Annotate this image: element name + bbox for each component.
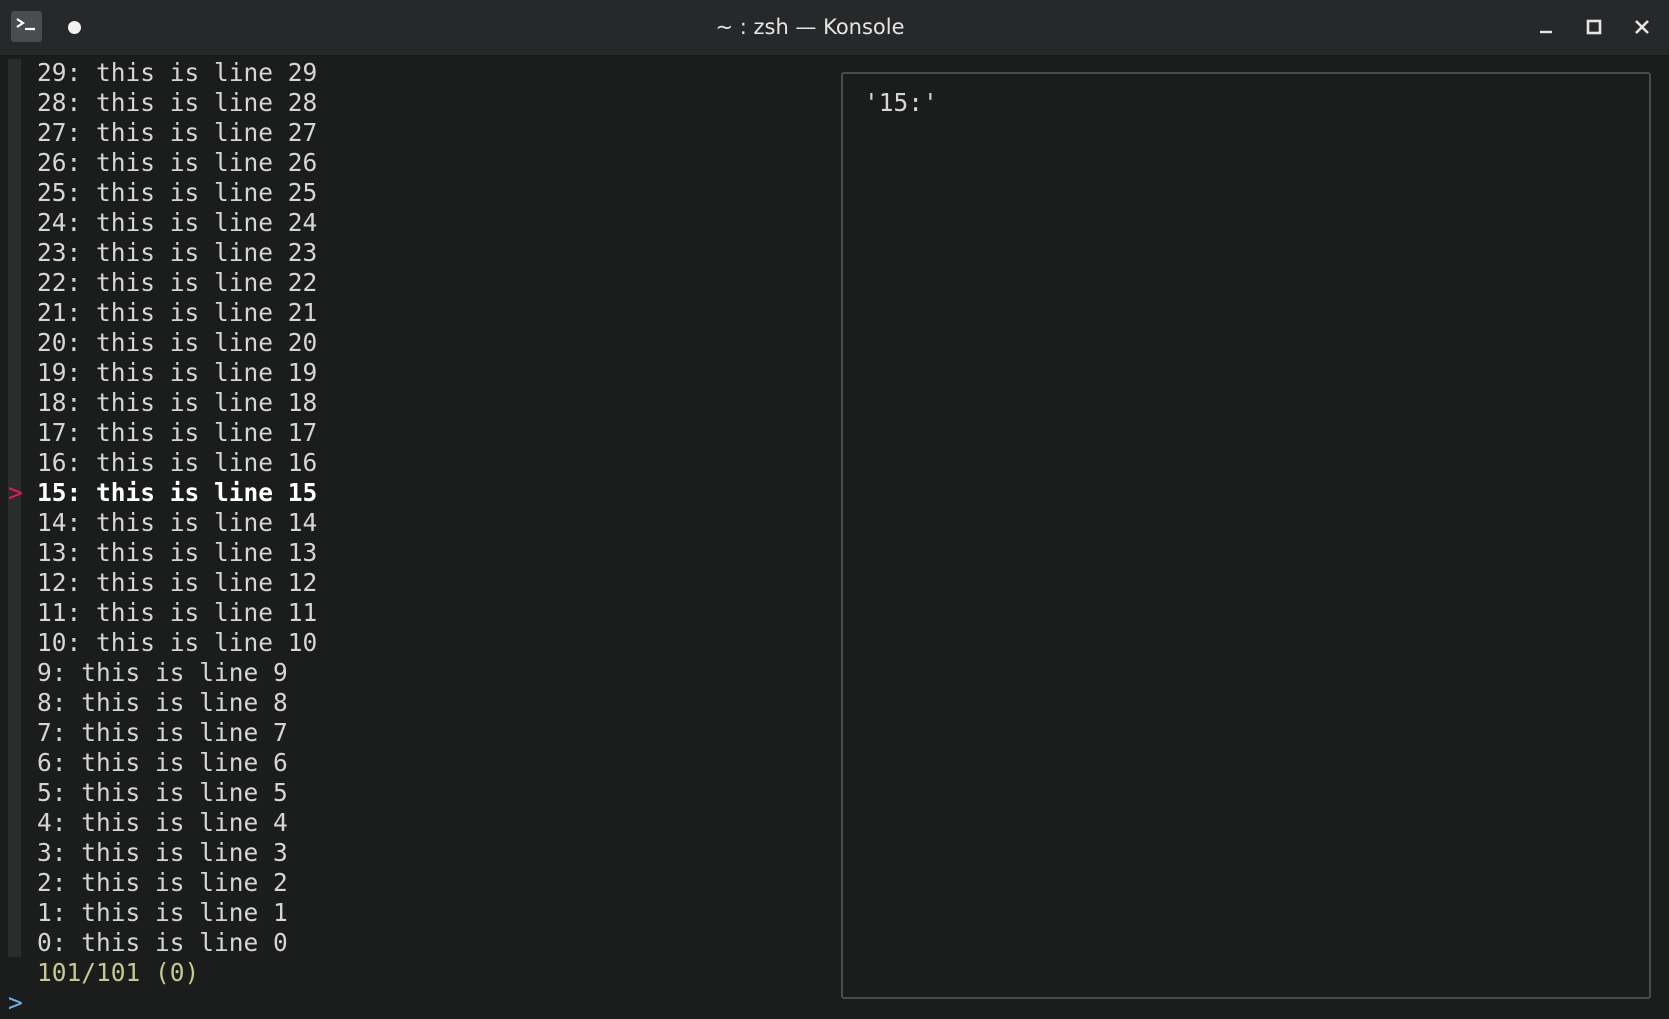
list-item[interactable]: 27: this is line 27 <box>37 118 317 148</box>
list-item[interactable]: 26: this is line 26 <box>37 148 317 178</box>
list-item[interactable]: 24: this is line 24 <box>37 208 317 238</box>
close-icon <box>1635 20 1649 34</box>
list-item[interactable]: 29: this is line 29 <box>37 58 317 88</box>
minimize-button[interactable] <box>1535 16 1557 38</box>
list-item[interactable]: 5: this is line 5 <box>37 778 317 808</box>
list-item[interactable]: 22: this is line 22 <box>37 268 317 298</box>
selection-gutter <box>8 59 21 957</box>
list-item[interactable]: 14: this is line 14 <box>37 508 317 538</box>
list-item[interactable]: 20: this is line 20 <box>37 328 317 358</box>
list-item[interactable]: 19: this is line 19 <box>37 358 317 388</box>
minimize-icon <box>1540 30 1552 34</box>
list-item[interactable]: 1: this is line 1 <box>37 898 317 928</box>
terminal-area[interactable]: 29: this is line 29 28: this is line 28 27… <box>0 56 1669 1019</box>
match-count: 101/101 (0) <box>37 958 200 987</box>
list-item[interactable]: 17: this is line 17 <box>37 418 317 448</box>
konsole-window: ~ : zsh — Konsole 29: this is line 29 28:… <box>0 0 1669 1019</box>
list-item[interactable]: 21: this is line 21 <box>37 298 317 328</box>
preview-text: '15:' <box>864 88 938 117</box>
maximize-button[interactable] <box>1583 16 1605 38</box>
selection-pointer: > <box>8 478 23 507</box>
list-item[interactable]: 9: this is line 9 <box>37 658 317 688</box>
list-item[interactable]: 3: this is line 3 <box>37 838 317 868</box>
list-item[interactable]: 11: this is line 11 <box>37 598 317 628</box>
list-item[interactable]: 25: this is line 25 <box>37 178 317 208</box>
list-item[interactable]: 4: this is line 4 <box>37 808 317 838</box>
list-item-selected[interactable]: 15: this is line 15 <box>37 478 317 508</box>
list-item[interactable]: 13: this is line 13 <box>37 538 317 568</box>
list-item[interactable]: 16: this is line 16 <box>37 448 317 478</box>
list-item[interactable]: 23: this is line 23 <box>37 238 317 268</box>
list-item[interactable]: 8: this is line 8 <box>37 688 317 718</box>
maximize-icon <box>1586 19 1602 35</box>
list-item[interactable]: 2: this is line 2 <box>37 868 317 898</box>
list-item[interactable]: 6: this is line 6 <box>37 748 317 778</box>
list-item[interactable]: 18: this is line 18 <box>37 388 317 418</box>
window-title: ~ : zsh — Konsole <box>715 15 905 39</box>
list-item[interactable]: 0: this is line 0 <box>37 928 317 958</box>
list-item[interactable]: 10: this is line 10 <box>37 628 317 658</box>
title-bar[interactable]: ~ : zsh — Konsole <box>0 0 1669 56</box>
query-prompt[interactable]: > <box>8 988 23 1018</box>
list-item[interactable]: 12: this is line 12 <box>37 568 317 598</box>
list-item[interactable]: 7: this is line 7 <box>37 718 317 748</box>
list-item[interactable]: 28: this is line 28 <box>37 88 317 118</box>
preview-pane: '15:' <box>841 72 1651 999</box>
fzf-results-list[interactable]: 29: this is line 29 28: this is line 28 27… <box>37 58 317 958</box>
close-button[interactable] <box>1631 16 1653 38</box>
